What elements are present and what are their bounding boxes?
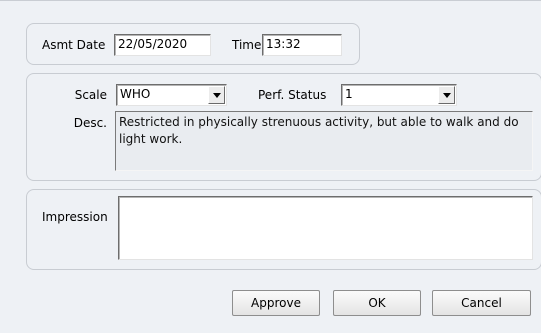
scale-select-value: WHO [120,87,151,101]
impression-textarea[interactable] [118,196,533,260]
perf-status-dropdown-button[interactable] [438,86,455,104]
scale-dropdown-button[interactable] [208,86,225,104]
desc-label: Desc. [73,116,107,130]
scale-select[interactable]: WHO [116,84,227,106]
asmt-date-field[interactable]: 22/05/2020 [114,34,211,56]
window-top-edge [0,0,541,1]
description-text: Restricted in physically strenuous activ… [115,111,533,171]
cancel-button[interactable]: Cancel [432,290,531,316]
impression-label: Impression [42,210,108,224]
perf-status-select[interactable]: 1 [341,84,457,106]
asmt-date-label: Asmt Date [42,38,106,52]
approve-button[interactable]: Approve [232,290,320,316]
time-field[interactable]: 13:32 [262,34,342,56]
ok-button[interactable]: OK [333,290,421,316]
scale-label: Scale [74,88,107,102]
perf-status-label: Perf. Status [258,88,327,102]
chevron-down-icon [443,93,451,98]
perf-status-select-value: 1 [345,87,353,101]
time-label: Time [232,38,262,52]
chevron-down-icon [213,93,221,98]
